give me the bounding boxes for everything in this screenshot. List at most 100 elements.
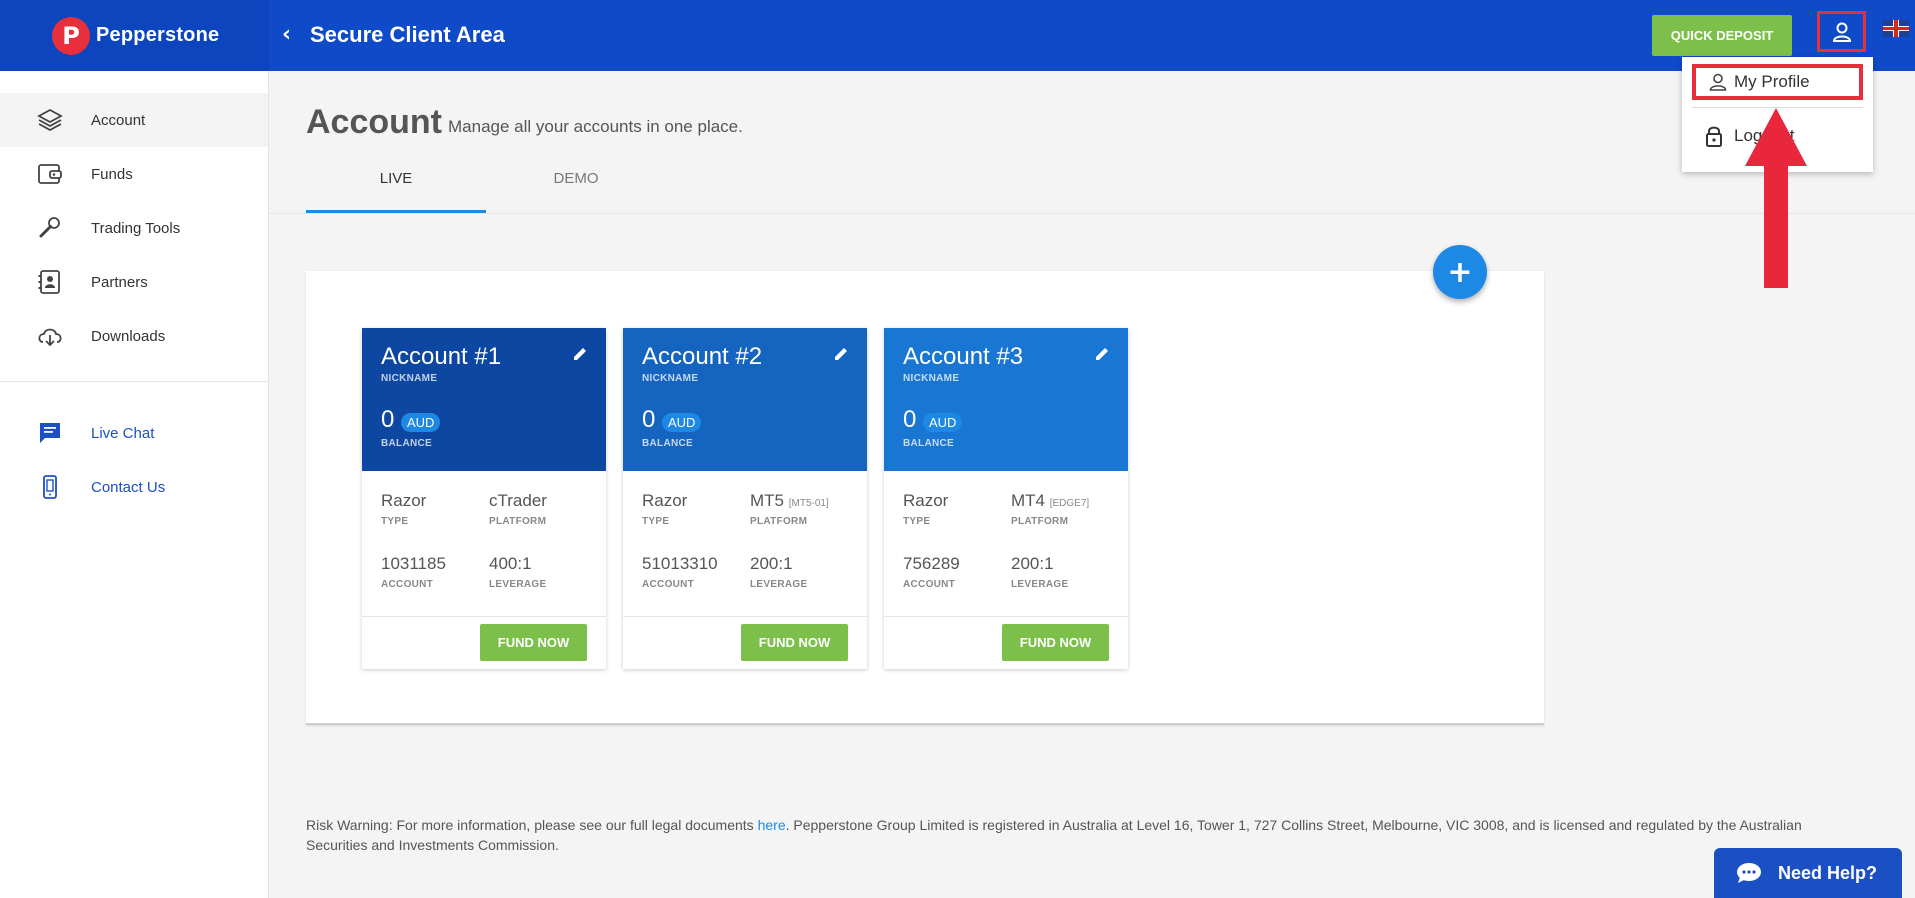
card-divider [623,616,867,617]
sidebar-item-downloads[interactable]: Downloads [0,309,268,363]
quick-deposit-button[interactable]: QUICK DEPOSIT [1652,15,1792,56]
account-label: ACCOUNT [642,579,695,590]
sidebar-item-label: Live Chat [91,424,155,442]
menu-item-label: My Profile [1734,72,1810,91]
back-chevron-icon[interactable]: ‹ [282,23,291,47]
account-platform: MT5 [MT5-01] [750,491,829,510]
card-divider [362,616,606,617]
account-card-header: Account #3 NICKNAME 0 AUD BALANCE [884,328,1128,471]
layers-icon [36,106,64,134]
nickname-label: NICKNAME [642,373,699,384]
nickname-label: NICKNAME [903,373,960,384]
uk-flag-icon[interactable] [1883,20,1909,37]
user-icon [1832,22,1851,42]
type-label: TYPE [642,516,670,527]
account-nickname: Account #3 [903,343,1024,370]
wallet-icon [36,160,64,188]
sidebar-divider [0,381,268,382]
header-title: Secure Client Area [310,22,505,47]
sidebar-item-label: Funds [91,165,133,183]
platform-label: PLATFORM [750,516,808,527]
account-card: Account #3 NICKNAME 0 AUD BALANCE Razor … [884,328,1128,669]
account-leverage: 200:1 [1011,554,1054,573]
type-label: TYPE [903,516,931,527]
tab-demo[interactable]: DEMO [486,170,666,187]
account-label: ACCOUNT [903,579,956,590]
sidebar-item-label: Partners [91,273,148,291]
currency-badge: AUD [662,413,702,432]
fund-now-button[interactable]: FUND NOW [480,624,587,661]
currency-badge: AUD [923,413,963,432]
account-number: 756289 [903,554,960,573]
add-account-button[interactable]: + [1433,245,1487,299]
balance-label: BALANCE [903,438,954,449]
legal-documents-link[interactable]: here [758,817,786,833]
edit-pencil-icon[interactable] [572,346,588,367]
sidebar-item-contact-us[interactable]: Contact Us [0,460,268,514]
sidebar-item-label: Account [91,111,146,129]
account-balance: 0 [903,406,917,433]
account-card: Account #2 NICKNAME 0 AUD BALANCE Razor … [623,328,867,669]
tab-divider [269,213,1915,214]
leverage-label: LEVERAGE [489,579,547,590]
sidebar: Account Funds Trading Tools Partners Dow… [0,71,269,898]
account-card-header: Account #1 NICKNAME 0 AUD BALANCE [362,328,606,471]
need-help-label: Need Help? [1778,862,1878,883]
need-help-chat-button[interactable]: Need Help? [1714,848,1902,898]
account-label: ACCOUNT [381,579,434,590]
red-arrow-annotation [1745,108,1807,288]
sidebar-item-funds[interactable]: Funds [0,147,268,201]
account-card: Account #1 NICKNAME 0 AUD BALANCE Razor … [362,328,606,669]
sidebar-item-partners[interactable]: Partners [0,255,268,309]
account-platform: cTrader [489,491,547,510]
account-nickname: Account #1 [381,343,502,370]
brand-logo[interactable]: P Pepperstone [0,0,269,71]
account-balance: 0 [642,406,656,433]
account-nickname: Account #2 [642,343,763,370]
card-divider [884,616,1128,617]
leverage-label: LEVERAGE [750,579,808,590]
phone-icon [36,473,64,501]
sidebar-item-label: Downloads [91,327,166,345]
account-leverage: 200:1 [750,554,793,573]
wrench-icon [36,214,64,242]
fund-now-button[interactable]: FUND NOW [1002,624,1109,661]
my-profile-menu-item[interactable]: My Profile [1692,64,1863,100]
pepperstone-logo-icon: P [52,16,90,55]
page-subtitle: Manage all your accounts in one place. [448,117,743,136]
page-title: Account [306,103,442,141]
account-balance: 0 [381,406,395,433]
lock-icon [1704,125,1724,147]
platform-label: PLATFORM [489,516,547,527]
account-type: Razor [381,491,427,510]
account-platform: MT4 [EDGE7] [1011,491,1090,510]
plus-icon: + [1447,254,1473,290]
account-card-header: Account #2 NICKNAME 0 AUD BALANCE [623,328,867,471]
account-leverage: 400:1 [489,554,532,573]
top-bar: P Pepperstone ‹ Secure Client Area QUICK… [0,0,1915,71]
edit-pencil-icon[interactable] [833,346,849,367]
sidebar-item-label: Contact Us [91,478,166,496]
fund-now-button[interactable]: FUND NOW [741,624,848,661]
currency-badge: AUD [401,413,441,432]
sidebar-item-trading-tools[interactable]: Trading Tools [0,201,268,255]
user-icon [1708,71,1728,93]
account-type: Razor [642,491,688,510]
account-number: 51013310 [642,554,718,573]
sidebar-item-live-chat[interactable]: Live Chat [0,406,268,460]
leverage-label: LEVERAGE [1011,579,1069,590]
sidebar-item-label: Trading Tools [91,219,181,237]
sidebar-item-account[interactable]: Account [0,93,268,147]
platform-label: PLATFORM [1011,516,1069,527]
chat-bubble-icon [1737,863,1761,883]
edit-pencil-icon[interactable] [1094,346,1110,367]
tab-live[interactable]: LIVE [306,170,486,187]
balance-label: BALANCE [642,438,693,449]
type-label: TYPE [381,516,409,527]
brand-name: Pepperstone [96,24,220,46]
chat-icon [36,419,64,447]
contact-book-icon [36,268,64,296]
user-menu-button[interactable] [1817,11,1866,52]
cloud-download-icon [36,322,64,350]
nickname-label: NICKNAME [381,373,438,384]
